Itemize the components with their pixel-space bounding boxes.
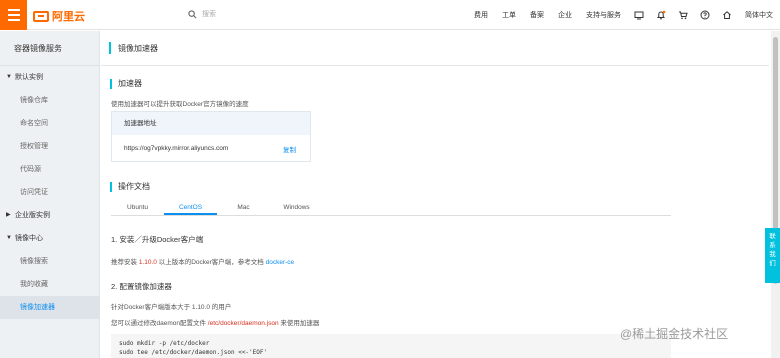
step1-middle: 以上版本的Docker客户端，参考文档 (156, 259, 266, 266)
monitor-icon[interactable] (628, 10, 650, 20)
nav-support[interactable]: 支持与服务 (579, 10, 628, 20)
search-icon (188, 9, 197, 18)
accelerator-address-box: 加速器地址 https://og7vpkky.mirror.aliyuncs.c… (111, 111, 311, 162)
watermark: @稀土掘金技术社区 (620, 327, 729, 341)
top-nav: 费用 工单 备案 企业 支持与服务 简体中文 (467, 0, 780, 30)
accelerator-url: https://og7vpkky.mirror.aliyuncs.com (124, 145, 229, 152)
tab-windows[interactable]: Windows (270, 200, 323, 215)
accelerator-box-header: 加速器地址 (112, 112, 310, 135)
step2-suffix: 来使用加速器 (278, 320, 320, 327)
sidebar-title: 容器镜像服务 (0, 31, 99, 66)
sidebar-group-default[interactable]: ▼ 默认实例 (0, 66, 99, 89)
section-title: 加速器 (118, 79, 142, 88)
caret-down-icon: ▼ (6, 74, 12, 80)
sidebar-item-auth[interactable]: 授权管理 (0, 135, 99, 158)
search-placeholder: 搜索 (202, 11, 216, 18)
sidebar-group-enterprise[interactable]: ▶ 企业版实例 (0, 204, 99, 227)
title-accent-bar (109, 42, 111, 54)
step1-text: 推荐安装 1.10.0 以上版本的Docker客户端，参考文档 docker-c… (111, 256, 294, 266)
main-content: 镜像加速器 加速器 使用加速器可以提升获取Docker官方镜像的速度 加速器地址… (101, 31, 780, 358)
section-accent-bar (110, 78, 112, 89)
help-icon[interactable] (694, 10, 716, 20)
section-title: 操作文档 (118, 182, 150, 191)
tab-mac[interactable]: Mac (217, 200, 270, 215)
sidebar-item-code-source[interactable]: 代码源 (0, 158, 99, 181)
contact-us-button[interactable]: 联系我们 (765, 228, 780, 283)
sidebar-item-accelerator[interactable]: 镜像加速器 (0, 296, 99, 319)
menu-icon[interactable] (0, 0, 27, 30)
nav-filing[interactable]: 备案 (523, 10, 551, 20)
version-number: 1.10.0 (138, 259, 157, 266)
nav-tickets[interactable]: 工单 (495, 10, 523, 20)
contact-us-label: 联系我们 (769, 233, 776, 267)
tab-centos[interactable]: CentOS (164, 200, 217, 215)
code-line: sudo tee /etc/docker/daemon.json <<-'EOF… (119, 349, 268, 356)
nav-billing[interactable]: 费用 (467, 10, 495, 20)
aliyun-logo[interactable]: 阿里云 (33, 8, 85, 24)
nav-enterprise[interactable]: 企业 (551, 10, 579, 20)
sidebar-group-label: 镜像中心 (15, 235, 43, 242)
sidebar-group-label: 企业版实例 (15, 212, 50, 219)
sidebar-item-mirror-search[interactable]: 镜像搜索 (0, 250, 99, 273)
code-block[interactable]: sudo mkdir -p /etc/docker sudo tee /etc/… (111, 334, 671, 358)
caret-down-icon: ▼ (6, 235, 12, 241)
sidebar-item-credentials[interactable]: 访问凭证 (0, 181, 99, 204)
page-title: 镜像加速器 (101, 31, 769, 66)
home-icon[interactable] (716, 10, 738, 20)
logo-mark-icon (33, 10, 49, 22)
bell-icon[interactable] (650, 10, 672, 20)
section-accent-bar (110, 181, 112, 192)
sidebar-item-namespaces[interactable]: 命名空间 (0, 112, 99, 135)
language-switcher[interactable]: 简体中文 (738, 10, 780, 20)
step1-prefix: 推荐安装 (111, 259, 139, 266)
page-title-text: 镜像加速器 (118, 43, 158, 53)
step2-line1: 针对Docker客户端版本大于 1.10.0 的用户 (111, 304, 232, 311)
docs-heading: 操作文档 (110, 181, 150, 192)
sidebar: 容器镜像服务 ▼ 默认实例 镜像仓库 命名空间 授权管理 代码源 访问凭证 ▶ … (0, 31, 100, 358)
sidebar-group-mirror[interactable]: ▼ 镜像中心 (0, 227, 99, 250)
sidebar-item-favorites[interactable]: 我的收藏 (0, 273, 99, 296)
cart-icon[interactable] (672, 10, 694, 20)
top-bar: 阿里云 搜索 费用 工单 备案 企业 支持与服务 简体中文 (0, 0, 780, 30)
sidebar-item-repos[interactable]: 镜像仓库 (0, 89, 99, 112)
step2-title: 2. 配置镜像加速器 (111, 282, 172, 291)
accelerator-description: 使用加速器可以提升获取Docker官方镜像的速度 (111, 101, 249, 108)
step1-title: 1. 安装／升级Docker客户端 (111, 235, 204, 244)
caret-right-icon: ▶ (6, 212, 11, 218)
accelerator-heading: 加速器 (110, 78, 142, 89)
step2-line2: 您可以通过修改daemon配置文件 /etc/docker/daemon.jso… (111, 317, 319, 327)
daemon-config-path: /etc/docker/daemon.json (207, 320, 279, 327)
copy-button[interactable]: 复制 (283, 144, 296, 154)
step2-prefix: 您可以通过修改daemon配置文件 (111, 320, 208, 327)
code-line: sudo mkdir -p /etc/docker (119, 340, 210, 347)
docker-ce-link[interactable]: docker-ce (266, 259, 295, 266)
brand-name: 阿里云 (52, 11, 85, 23)
sidebar-group-label: 默认实例 (15, 74, 43, 81)
tab-ubuntu[interactable]: Ubuntu (111, 200, 164, 215)
search-box[interactable]: 搜索 (188, 9, 216, 19)
os-tabs: Ubuntu CentOS Mac Windows (111, 200, 671, 216)
accelerator-address-row: https://og7vpkky.mirror.aliyuncs.com 复制 (112, 135, 310, 162)
